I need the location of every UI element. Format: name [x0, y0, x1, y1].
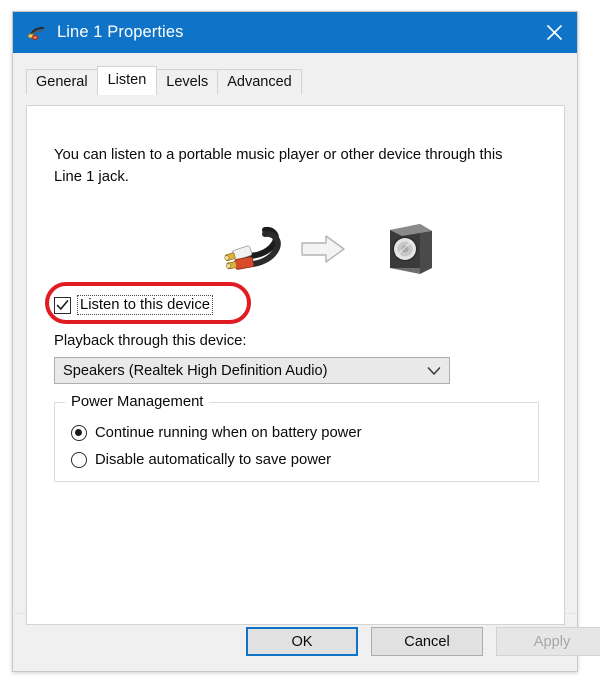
- playback-device-dropdown[interactable]: Speakers (Realtek High Definition Audio): [54, 357, 450, 384]
- listen-to-this-device-row[interactable]: Listen to this device: [54, 294, 213, 316]
- close-icon[interactable]: [531, 12, 577, 53]
- radio-disable-automatically-label: Disable automatically to save power: [95, 452, 332, 468]
- radio-continue-running[interactable]: [71, 425, 87, 441]
- right-arrow-icon: [299, 232, 347, 266]
- listen-to-this-device-checkbox[interactable]: [54, 296, 71, 314]
- tab-listen[interactable]: Listen: [96, 66, 158, 95]
- radio-continue-running-label: Continue running when on battery power: [95, 425, 362, 441]
- window-title: Line 1 Properties: [57, 23, 184, 41]
- description-text: You can listen to a portable music playe…: [54, 147, 503, 185]
- power-management-title: Power Management: [65, 394, 210, 410]
- signal-flow-graphic: [27, 218, 564, 284]
- title-bar: Line 1 Properties: [13, 12, 577, 53]
- tab-general[interactable]: General: [26, 69, 98, 94]
- audio-jack-icon: [27, 23, 47, 43]
- listen-to-this-device-label[interactable]: Listen to this device: [77, 295, 213, 315]
- playback-device-label: Playback through this device:: [54, 333, 247, 349]
- radio-disable-automatically-row[interactable]: Disable automatically to save power: [71, 449, 331, 471]
- screenshot-canvas: Line 1 Properties General Listen Levels …: [0, 0, 600, 684]
- rca-audio-cable-icon: [217, 222, 289, 278]
- tab-strip: General Listen Levels Advanced: [26, 66, 577, 95]
- tab-levels[interactable]: Levels: [156, 69, 219, 94]
- radio-disable-automatically[interactable]: [71, 452, 87, 468]
- tab-advanced[interactable]: Advanced: [217, 69, 302, 94]
- chevron-down-icon[interactable]: [419, 358, 449, 383]
- line-1-properties-dialog: Line 1 Properties General Listen Levels …: [12, 11, 600, 672]
- speaker-icon: [382, 218, 438, 278]
- apply-button[interactable]: Apply: [496, 627, 600, 656]
- cancel-button[interactable]: Cancel: [371, 627, 483, 656]
- radio-continue-running-row[interactable]: Continue running when on battery power: [71, 422, 362, 444]
- playback-device-selected-value: Speakers (Realtek High Definition Audio): [63, 362, 328, 379]
- listen-tab-panel: You can listen to a portable music playe…: [26, 105, 565, 625]
- ok-button[interactable]: OK: [246, 627, 358, 656]
